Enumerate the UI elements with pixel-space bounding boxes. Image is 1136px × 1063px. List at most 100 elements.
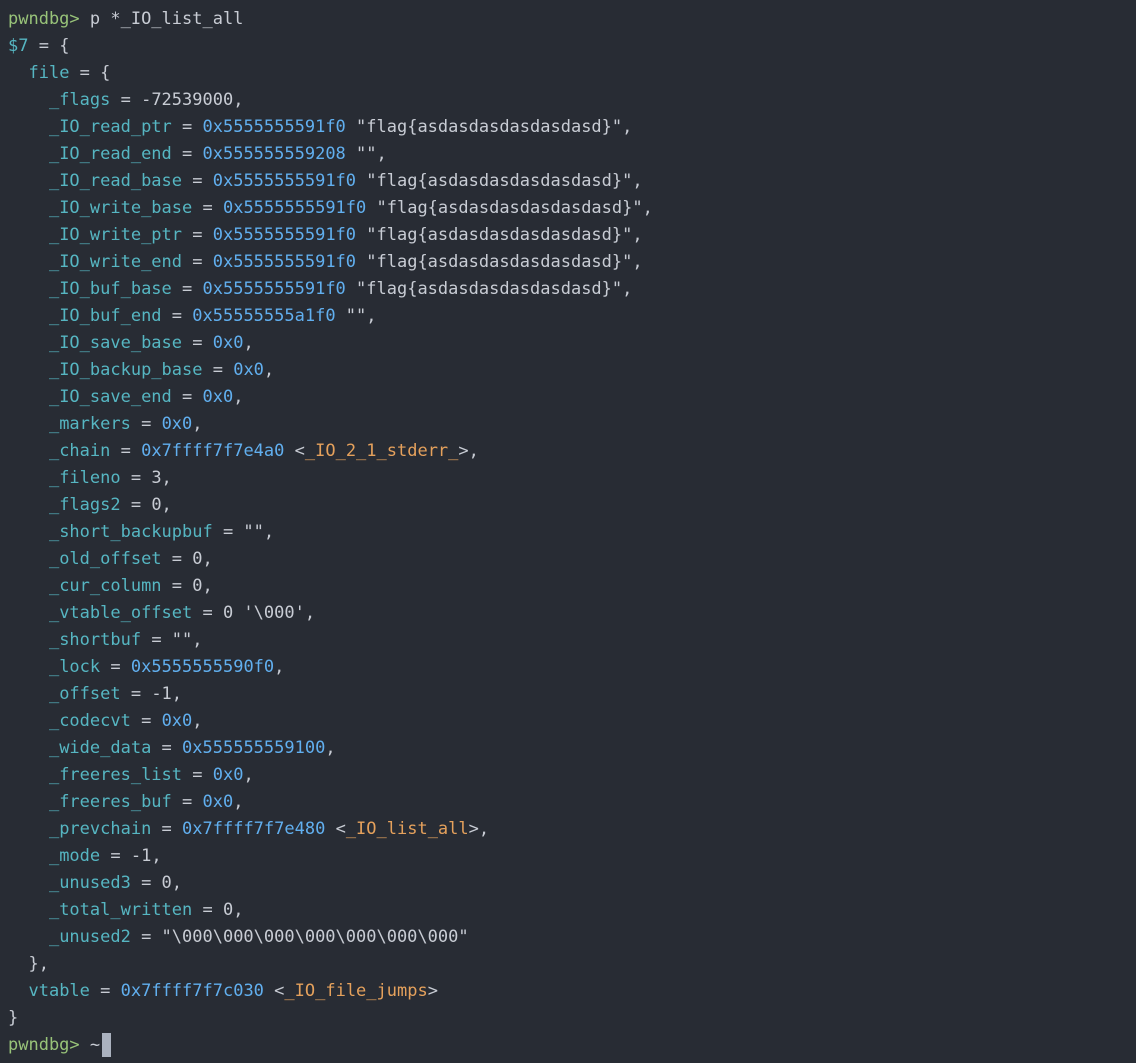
address-value: 0x555555559208: [202, 144, 346, 164]
address-value: 0x0: [161, 711, 193, 731]
field-name: _IO_write_ptr: [48, 225, 183, 245]
field-name: _short_backupbuf: [48, 522, 213, 542]
output-line: },: [8, 951, 1136, 978]
output-text: = {: [69, 63, 111, 83]
output-line: _total_written = 0,: [8, 897, 1136, 924]
output-line: pwndbg> p *_IO_list_all: [8, 6, 1136, 33]
field-name: file: [28, 63, 70, 83]
output-text: = "",: [212, 522, 275, 542]
terminal-output: pwndbg> p *_IO_list_all $7 = { file = { _…: [8, 6, 1136, 1032]
output-text: "flag{asdasdasdasdasdasd}",: [356, 171, 643, 191]
address-value: 0x7ffff7f7e480: [182, 819, 326, 839]
terminal-input-line[interactable]: pwndbg> ~: [8, 1032, 1136, 1059]
address-value: 0x0: [202, 792, 234, 812]
output-text: =: [171, 144, 203, 164]
output-text: "flag{asdasdasdasdasdasd}",: [345, 117, 633, 137]
output-text: =: [182, 333, 213, 353]
field-name: _fileno: [48, 468, 121, 488]
address-value: 0x5555555591f0: [212, 225, 357, 245]
output-line: vtable = 0x7ffff7f7c030 <_IO_file_jumps>: [8, 978, 1136, 1005]
address-value: 0x7ffff7f7e4a0: [141, 441, 285, 461]
output-text: =: [171, 792, 203, 812]
output-line: _short_backupbuf = "",: [8, 519, 1136, 546]
address-value: 0x5555555591f0: [212, 252, 357, 272]
history-number: $7: [8, 36, 29, 56]
output-text: ,: [192, 414, 203, 434]
output-text: =: [161, 306, 193, 326]
output-line: _IO_read_base = 0x5555555591f0 "flag{asd…: [8, 168, 1136, 195]
output-text: =: [130, 711, 162, 731]
output-line: _offset = -1,: [8, 681, 1136, 708]
typed-input[interactable]: ~: [80, 1035, 100, 1055]
field-name: _shortbuf: [48, 630, 142, 650]
output-text: = 0,: [161, 549, 213, 569]
field-name: _wide_data: [48, 738, 152, 758]
output-text: >,: [468, 819, 490, 839]
output-text: p *_IO_list_all: [79, 9, 244, 29]
output-text: =: [202, 360, 234, 380]
output-line: _flags = -72539000,: [8, 87, 1136, 114]
output-line: _unused2 = "\000\000\000\000\000\000\000…: [8, 924, 1136, 951]
output-text: =: [151, 738, 183, 758]
output-text: =: [182, 171, 213, 191]
output-line: _cur_column = 0,: [8, 573, 1136, 600]
output-text: "flag{asdasdasdasdasdasd}",: [366, 198, 653, 218]
output-line: _markers = 0x0,: [8, 411, 1136, 438]
output-text: = "",: [141, 630, 203, 650]
output-line: file = {: [8, 60, 1136, 87]
field-name: _vtable_offset: [48, 603, 193, 623]
output-text: "",: [335, 306, 377, 326]
output-text: ,: [233, 792, 244, 812]
output-text: = 3,: [120, 468, 172, 488]
field-name: _freeres_buf: [48, 792, 172, 812]
output-line: _wide_data = 0x555555559100,: [8, 735, 1136, 762]
output-text: =: [171, 117, 203, 137]
address-value: 0x5555555590f0: [130, 657, 275, 677]
output-text: "",: [345, 144, 387, 164]
address-value: 0x555555559100: [182, 738, 326, 758]
output-line: _IO_write_ptr = 0x5555555591f0 "flag{asd…: [8, 222, 1136, 249]
output-text: ,: [243, 333, 254, 353]
field-name: _total_written: [48, 900, 193, 920]
address-value: 0x0: [212, 765, 244, 785]
output-text: ,: [263, 360, 275, 380]
address-value: 0x7ffff7f7c030: [120, 981, 264, 1001]
address-value: 0x0: [233, 360, 264, 380]
terminal-window[interactable]: pwndbg> p *_IO_list_all $7 = { file = { _…: [0, 0, 1136, 1063]
output-text: =: [192, 198, 223, 218]
address-value: 0x0: [202, 387, 234, 407]
output-line: _chain = 0x7ffff7f7e4a0 <_IO_2_1_stderr_…: [8, 438, 1136, 465]
field-name: _IO_save_base: [48, 333, 183, 353]
output-text: <: [284, 441, 305, 461]
field-name: vtable: [28, 981, 90, 1001]
address-value: 0x0: [212, 333, 244, 353]
field-name: _freeres_list: [48, 765, 183, 785]
output-text: = -1,: [100, 846, 162, 866]
field-name: _codecvt: [48, 711, 131, 731]
output-text: = {: [28, 36, 70, 56]
field-name: _IO_backup_base: [48, 360, 203, 380]
address-value: 0x5555555591f0: [202, 279, 346, 299]
field-name: _mode: [48, 846, 101, 866]
field-name: _flags: [48, 90, 111, 110]
field-name: _chain: [48, 441, 111, 461]
output-line: _shortbuf = "",: [8, 627, 1136, 654]
field-name: _old_offset: [48, 549, 162, 569]
output-line: _mode = -1,: [8, 843, 1136, 870]
